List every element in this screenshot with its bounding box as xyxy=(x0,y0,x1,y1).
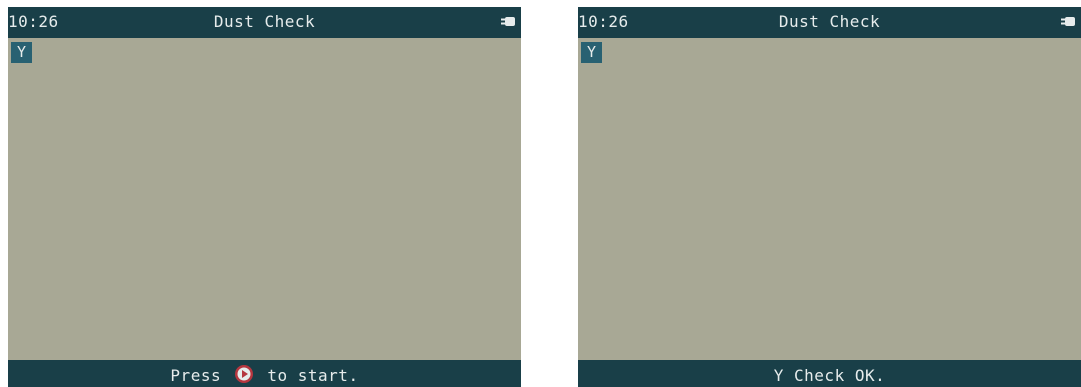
message-bar: Y Check OK. xyxy=(578,360,1081,387)
play-button-icon[interactable] xyxy=(234,364,254,384)
result-message: Y Check OK. xyxy=(773,366,886,385)
channel-indicator-y: Y xyxy=(581,42,602,63)
power-plug-icon xyxy=(1061,17,1075,26)
message-prefix: Press xyxy=(170,366,222,385)
channel-indicator-y: Y xyxy=(11,42,32,63)
power-plug-icon xyxy=(501,17,515,26)
dust-check-screen-start: 10:26 Dust Check Y Press to start. xyxy=(8,7,521,387)
status-bar: 10:26 Dust Check xyxy=(8,7,521,38)
message-suffix: to start. xyxy=(267,366,359,385)
message-bar: Press to start. xyxy=(8,360,521,387)
status-bar: 10:26 Dust Check xyxy=(578,7,1081,38)
screen-title: Dust Check xyxy=(778,12,881,31)
dust-check-screen-result: 10:26 Dust Check Y Y Check OK. xyxy=(578,7,1081,387)
screen-title: Dust Check xyxy=(213,12,316,31)
